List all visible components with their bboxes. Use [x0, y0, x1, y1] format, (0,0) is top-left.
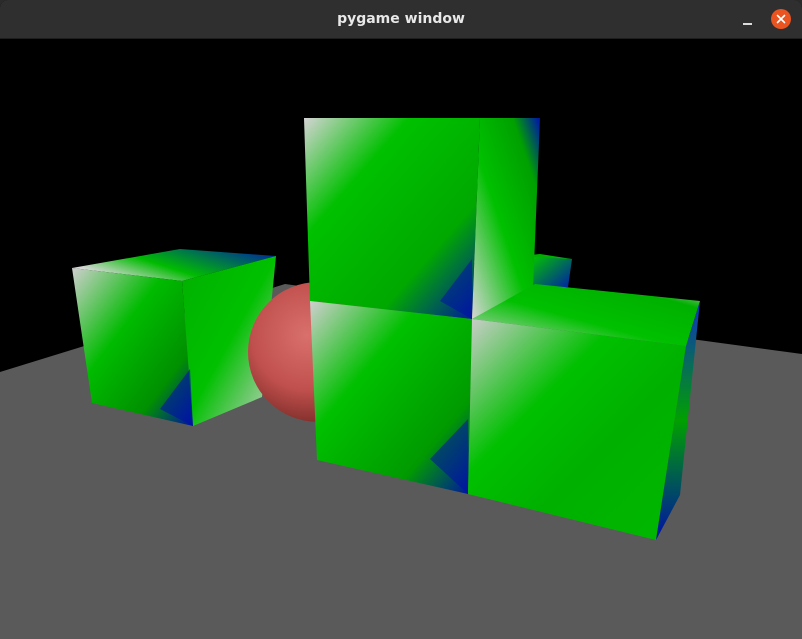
minimize-icon — [743, 23, 752, 25]
title-bar[interactable]: pygame window — [0, 0, 802, 39]
minimize-button[interactable] — [738, 9, 758, 29]
pygame-window: pygame window — [0, 0, 802, 639]
window-title: pygame window — [337, 11, 465, 27]
render-viewport[interactable] — [0, 39, 802, 639]
close-icon — [771, 9, 791, 29]
back-cube-side — [533, 257, 572, 289]
close-button[interactable] — [771, 9, 791, 29]
scene-canvas — [0, 39, 802, 639]
